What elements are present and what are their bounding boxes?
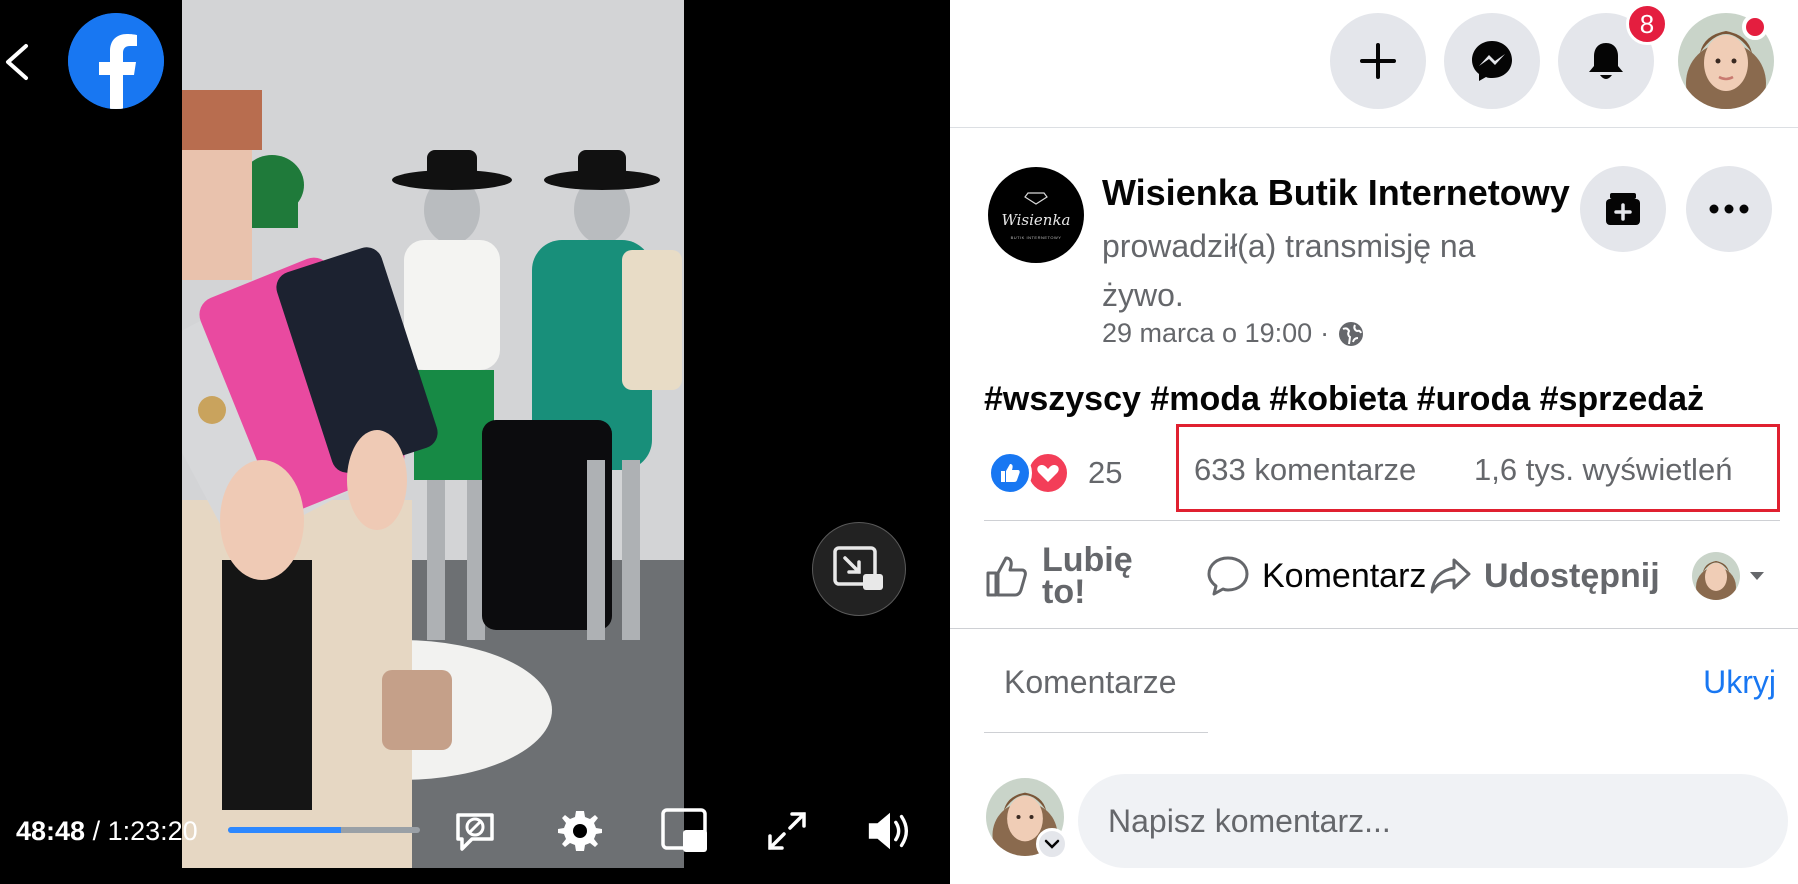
like-label: Lubię to! <box>1042 541 1133 611</box>
video-scene <box>182 0 684 868</box>
live-chat-toggle-icon[interactable] <box>450 806 500 856</box>
facebook-video-viewer: 48:48 / 1:23:20 8 Wisienka BUTIK INTERNE… <box>0 0 1798 884</box>
page-logo[interactable]: Wisienka BUTIK INTERNETOWY <box>988 167 1084 263</box>
post-subtitle: prowadził(a) transmisję na żywo. <box>1102 228 1476 313</box>
selector-avatar <box>1692 552 1740 600</box>
diamond-icon <box>1024 191 1048 205</box>
status-dot <box>1742 14 1768 40</box>
views-count: 1,6 tys. wyświetleń <box>1474 452 1733 487</box>
post-meta: 29 marca o 19:00 · <box>1102 318 1365 349</box>
post-panel: 8 Wisienka BUTIK INTERNETOWY Wisienka Bu… <box>950 0 1798 884</box>
time-display: 48:48 / 1:23:20 <box>16 816 198 847</box>
comment-bubble-icon <box>1207 556 1249 596</box>
duration: 1:23:20 <box>107 816 198 846</box>
settings-gear-icon[interactable] <box>555 806 605 856</box>
page-name[interactable]: Wisienka Butik Internetowy <box>1102 172 1570 214</box>
post-date[interactable]: 29 marca o 19:00 <box>1102 318 1312 349</box>
chevron-down-icon[interactable] <box>1036 828 1068 860</box>
share-arrow-icon <box>1430 558 1471 594</box>
fullscreen-icon[interactable] <box>762 806 812 856</box>
create-button[interactable] <box>1330 13 1426 109</box>
messenger-button[interactable] <box>1444 13 1540 109</box>
current-time: 48:48 <box>16 816 86 846</box>
video-controls: 48:48 / 1:23:20 <box>0 798 950 868</box>
comment-button[interactable]: Komentarz <box>1206 530 1426 622</box>
like-button[interactable]: Lubię to! <box>984 530 1133 622</box>
comments-count-link[interactable]: 633 komentarze <box>1194 452 1416 488</box>
ellipsis-icon <box>1709 204 1749 214</box>
post-as-selector[interactable] <box>1692 552 1766 600</box>
hide-comments-link[interactable]: Ukryj <box>1703 664 1776 701</box>
video-bottom-strip <box>284 868 784 884</box>
minimize-video-icon <box>833 546 883 590</box>
love-reaction-icon <box>1026 451 1070 495</box>
more-options-button[interactable] <box>1686 166 1772 252</box>
video-player[interactable]: 48:48 / 1:23:20 <box>0 0 950 884</box>
video-progress-bar[interactable] <box>228 827 420 833</box>
messenger-icon <box>1472 41 1512 81</box>
post-actions-bar: Lubię to! Komentarz Udostępnij <box>950 530 1798 622</box>
top-navigation-bar: 8 <box>950 0 1798 128</box>
divider <box>950 628 1798 629</box>
like-reaction-icon <box>988 451 1032 495</box>
caret-down-icon <box>1750 572 1764 580</box>
video-frame[interactable] <box>182 0 684 868</box>
comment-label: Komentarz <box>1262 556 1427 595</box>
thumbs-up-icon <box>986 556 1027 597</box>
volume-icon[interactable] <box>865 806 915 856</box>
logo-tagline: BUTIK INTERNETOWY <box>1010 234 1062 240</box>
reactions-summary[interactable]: 25 <box>988 448 1122 498</box>
post-hashtags[interactable]: #wszyscy #moda #kobieta #uroda #sprzedaż <box>984 380 1704 419</box>
save-collection-icon <box>1606 193 1640 225</box>
divider <box>984 520 1780 521</box>
miniplayer-icon[interactable] <box>660 806 710 856</box>
back-arrow-icon[interactable] <box>2 42 32 82</box>
comments-tab[interactable]: Komentarze <box>1004 664 1177 701</box>
share-label: Udostępnij <box>1484 556 1660 595</box>
globe-icon <box>1339 321 1364 346</box>
meta-separator: · <box>1320 318 1330 348</box>
video-progress-fill <box>228 827 342 833</box>
logo-wordmark: Wisienka <box>1001 210 1071 229</box>
save-post-button[interactable] <box>1580 166 1666 252</box>
plus-icon <box>1360 43 1396 79</box>
notification-badge: 8 <box>1626 3 1668 45</box>
bell-icon <box>1589 43 1623 79</box>
share-button[interactable]: Udostępnij <box>1428 530 1660 622</box>
picture-in-picture-button[interactable] <box>812 522 906 616</box>
reaction-count: 25 <box>1088 455 1123 490</box>
comment-input[interactable] <box>1078 774 1788 868</box>
facebook-logo-icon[interactable] <box>68 13 164 109</box>
tab-underline <box>984 732 1208 733</box>
time-separator: / <box>92 816 101 846</box>
